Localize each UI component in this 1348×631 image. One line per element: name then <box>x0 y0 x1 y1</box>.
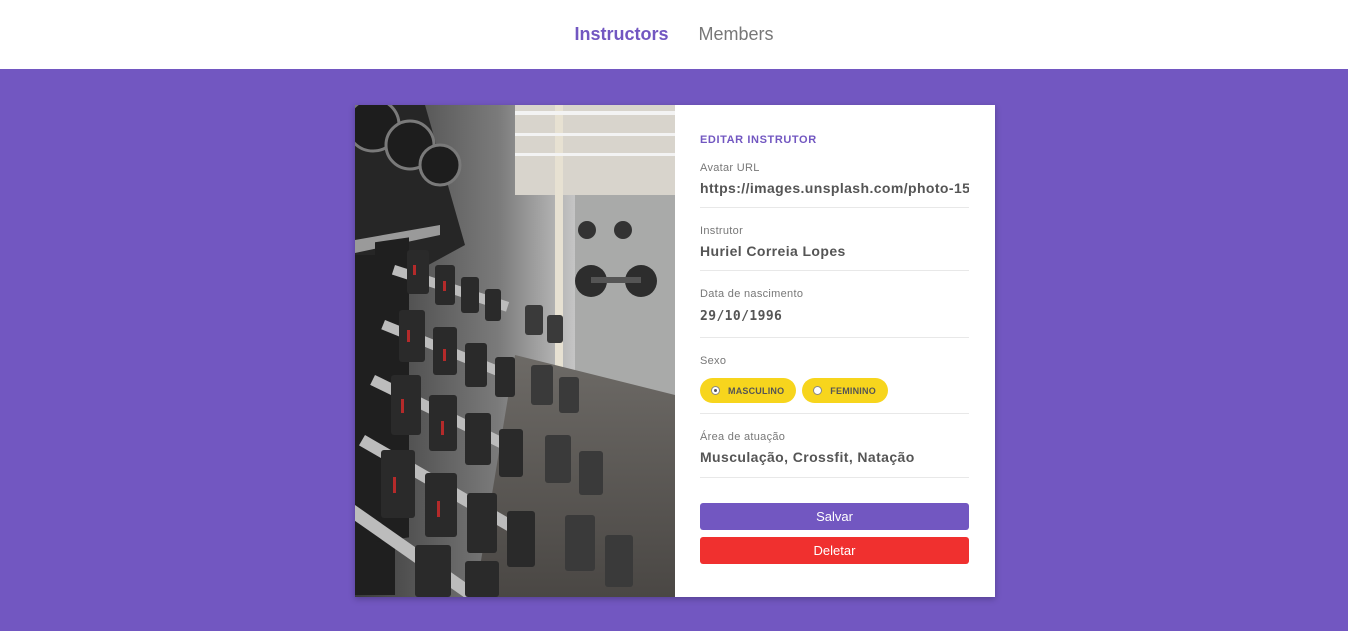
radio-feminino-label: FEMININO <box>830 385 876 396</box>
area-input[interactable] <box>700 447 969 467</box>
radio-masculino-indicator[interactable] <box>711 386 720 395</box>
instructor-name-label: Instrutor <box>700 225 744 237</box>
nav-link-instructors[interactable]: Instructors <box>574 24 668 45</box>
radio-masculino-label: MASCULINO <box>728 385 785 396</box>
gym-dumbbells-photo <box>355 105 675 597</box>
sex-label: Sexo <box>700 355 727 367</box>
save-button[interactable]: Salvar <box>700 503 969 530</box>
nav-link-members[interactable]: Members <box>699 24 774 45</box>
sex-radio-group: MASCULINO FEMININO <box>700 378 969 403</box>
radio-feminino-indicator[interactable] <box>813 386 823 395</box>
avatar-url-field: Avatar URL <box>700 161 969 208</box>
delete-button[interactable]: Deletar <box>700 537 969 564</box>
top-navigation: Instructors Members <box>0 0 1348 69</box>
area-label: Área de atuação <box>700 431 786 443</box>
birth-date-label: Data de nascimento <box>700 288 804 300</box>
edit-instructor-form: EDITAR INSTRUTOR Avatar URL Instrutor Da… <box>675 105 995 597</box>
birth-date-input[interactable] <box>700 307 969 327</box>
instructor-name-field: Instrutor <box>700 224 969 271</box>
radio-masculino[interactable]: MASCULINO <box>700 378 797 403</box>
sex-field: Sexo MASCULINO FEMININO <box>700 354 969 414</box>
radio-feminino[interactable]: FEMININO <box>802 378 888 403</box>
avatar-url-label: Avatar URL <box>700 162 760 174</box>
form-title: EDITAR INSTRUTOR <box>700 134 817 146</box>
edit-instructor-card: EDITAR INSTRUTOR Avatar URL Instrutor Da… <box>355 105 995 597</box>
instructor-name-input[interactable] <box>700 241 969 261</box>
instructor-avatar-image <box>355 105 675 597</box>
birth-date-field: Data de nascimento <box>700 287 969 338</box>
avatar-url-input[interactable] <box>700 178 969 198</box>
area-field: Área de atuação <box>700 430 969 478</box>
